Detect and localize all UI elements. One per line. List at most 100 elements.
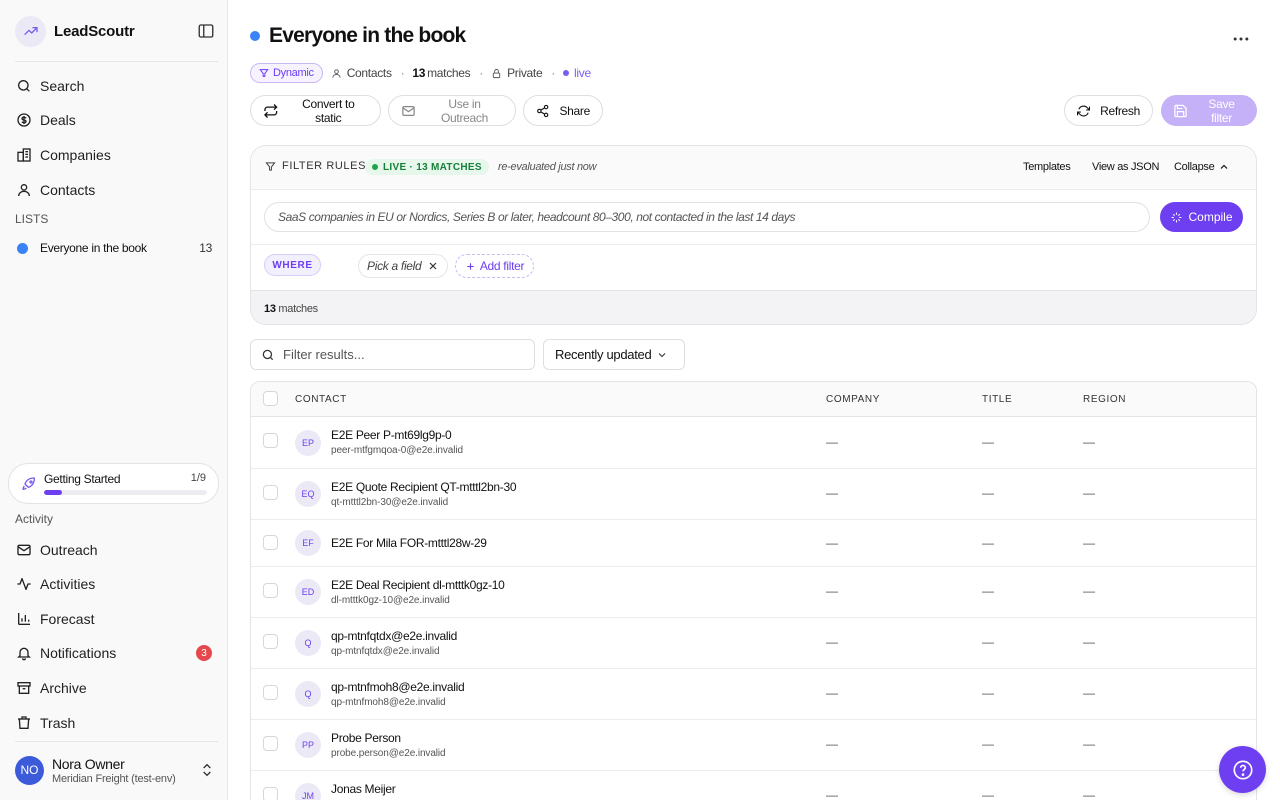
column-header-title[interactable]: TITLE (982, 394, 1012, 405)
entity-label: Contacts (346, 66, 392, 80)
contact-avatar: JM (295, 783, 321, 800)
nav-companies[interactable]: Companies (15, 140, 215, 170)
table-row[interactable]: Q qp-mtnfmoh8@e2e.invalid qp-mtnfmoh8@e2… (251, 669, 1256, 720)
table-row[interactable]: PP Probe Person probe.person@e2e.invalid… (251, 720, 1256, 771)
nav-label: Archive (40, 680, 87, 696)
more-options-icon[interactable] (1231, 29, 1251, 49)
contact-name[interactable]: E2E For Mila FOR-mtttl28w-29 (331, 536, 487, 550)
table-row[interactable]: ED E2E Deal Recipient dl-mtttk0gz-10 dl-… (251, 567, 1256, 618)
list-label: Everyone in the book (40, 241, 147, 255)
collapse-button[interactable]: Collapse (1174, 161, 1230, 173)
contact-name[interactable]: E2E Deal Recipient dl-mtttk0gz-10 (331, 578, 505, 592)
dynamic-label: Dynamic (273, 67, 314, 79)
brand[interactable]: LeadScoutr (15, 15, 213, 47)
filter-panel-title-text: FILTER RULES (282, 160, 367, 172)
contact-name[interactable]: E2E Peer P-mt69lg9p-0 (331, 428, 452, 442)
mail-icon (402, 105, 415, 116)
footer-match-count: 13 matches (264, 303, 318, 315)
nav-contacts[interactable]: Contacts (15, 175, 215, 205)
add-filter-button[interactable]: Add filter (455, 254, 534, 278)
sparkle-icon (1172, 212, 1182, 222)
nav-forecast[interactable]: Forecast (15, 604, 215, 634)
nav-archive[interactable]: Archive (15, 673, 215, 703)
view-json-link[interactable]: View as JSON (1092, 161, 1159, 173)
table-row[interactable]: EQ E2E Quote Recipient QT-mtttl2bn-30 qt… (251, 469, 1256, 520)
convert-to-static-button[interactable]: Convert to static (250, 95, 381, 126)
divider (251, 244, 1256, 245)
nav-label: Outreach (40, 542, 98, 558)
table-row[interactable]: JM Jonas Meijer — — — (251, 771, 1256, 800)
row-checkbox[interactable] (263, 583, 278, 598)
contact-name[interactable]: qp-mtnfmoh8@e2e.invalid (331, 680, 465, 694)
getting-started-count: 1/9 (190, 472, 206, 484)
help-circle-icon (1232, 759, 1253, 780)
templates-link[interactable]: Templates (1023, 161, 1071, 173)
contact-name[interactable]: qp-mtnfqtdx@e2e.invalid (331, 629, 457, 643)
contact-name[interactable]: E2E Quote Recipient QT-mtttl2bn-30 (331, 480, 517, 494)
nav-label: Companies (40, 147, 111, 163)
close-icon[interactable] (427, 260, 439, 272)
save-icon (1174, 104, 1187, 117)
use-in-outreach-button[interactable]: Use in Outreach (388, 95, 516, 126)
title-cell: — (982, 686, 994, 700)
bar-chart-icon (15, 611, 32, 628)
button-label: Refresh (1100, 103, 1140, 118)
filter-results-search[interactable] (250, 339, 535, 370)
row-checkbox[interactable] (263, 634, 278, 649)
entity-type: Contacts (331, 66, 392, 80)
search-input[interactable] (283, 347, 523, 362)
help-button[interactable] (1219, 746, 1266, 793)
row-checkbox[interactable] (263, 685, 278, 700)
company-cell: — (826, 635, 838, 649)
table-row[interactable]: Q qp-mtnfqtdx@e2e.invalid qp-mtnfqtdx@e2… (251, 618, 1256, 669)
dollar-icon (15, 112, 32, 129)
column-header-contact[interactable]: CONTACT (295, 394, 347, 405)
nav-trash[interactable]: Trash (15, 708, 215, 738)
save-filter-button[interactable]: Save filter (1161, 95, 1257, 126)
button-label: Convert to static (302, 96, 355, 125)
contact-name[interactable]: Probe Person (331, 731, 401, 745)
list-item-everyone[interactable]: Everyone in the book 13 (15, 238, 215, 258)
archive-icon (15, 680, 32, 697)
column-header-region[interactable]: REGION (1083, 394, 1126, 405)
chevron-up-icon (1220, 164, 1228, 169)
contact-avatar: Q (295, 681, 321, 707)
nav-deals[interactable]: Deals (15, 105, 215, 135)
live-badge-text: LIVE · 13 MATCHES (383, 161, 482, 173)
nav-activities[interactable]: Activities (15, 569, 215, 599)
activity-label: Activity (15, 512, 54, 526)
refresh-button[interactable]: Refresh (1064, 95, 1153, 126)
row-checkbox[interactable] (263, 433, 278, 448)
row-checkbox[interactable] (263, 736, 278, 751)
mail-icon (15, 542, 32, 559)
visibility-label: Private (507, 66, 543, 80)
user-menu[interactable]: NO Nora Owner Meridian Freight (test-env… (15, 752, 215, 788)
row-checkbox[interactable] (263, 535, 278, 550)
nav-notifications[interactable]: Notifications 3 (15, 638, 215, 668)
nav-outreach[interactable]: Outreach (15, 535, 215, 565)
region-cell: — (1083, 737, 1095, 751)
table-row[interactable]: EF E2E For Mila FOR-mtttl28w-29 — — — (251, 520, 1256, 567)
pick-field-select[interactable]: Pick a field (358, 254, 448, 278)
nav-label: Contacts (40, 182, 96, 198)
filter-icon (265, 161, 276, 171)
region-cell: — (1083, 788, 1095, 800)
sort-select[interactable]: Recently updated (543, 339, 685, 370)
table-row[interactable]: EP E2E Peer P-mt69lg9p-0 peer-mtfgmqoa-0… (251, 417, 1256, 469)
select-all-checkbox[interactable] (263, 391, 278, 406)
sidebar-toggle-icon[interactable] (197, 22, 215, 40)
share-button[interactable]: Share (523, 95, 603, 126)
contact-email: peer-mtfgmqoa-0@e2e.invalid (331, 445, 463, 456)
compile-button[interactable]: Compile (1160, 202, 1243, 232)
region-cell: — (1083, 584, 1095, 598)
contact-avatar: PP (295, 732, 321, 758)
title-cell: — (982, 486, 994, 500)
row-checkbox[interactable] (263, 485, 278, 500)
getting-started-card[interactable]: Getting Started 1/9 (8, 463, 219, 504)
nav-search[interactable]: Search (15, 71, 215, 101)
contact-name[interactable]: Jonas Meijer (331, 782, 396, 796)
row-checkbox[interactable] (263, 787, 278, 800)
search-icon (262, 349, 274, 360)
natural-language-filter-input[interactable]: SaaS companies in EU or Nordics, Series … (264, 202, 1150, 232)
column-header-company[interactable]: COMPANY (826, 394, 880, 405)
